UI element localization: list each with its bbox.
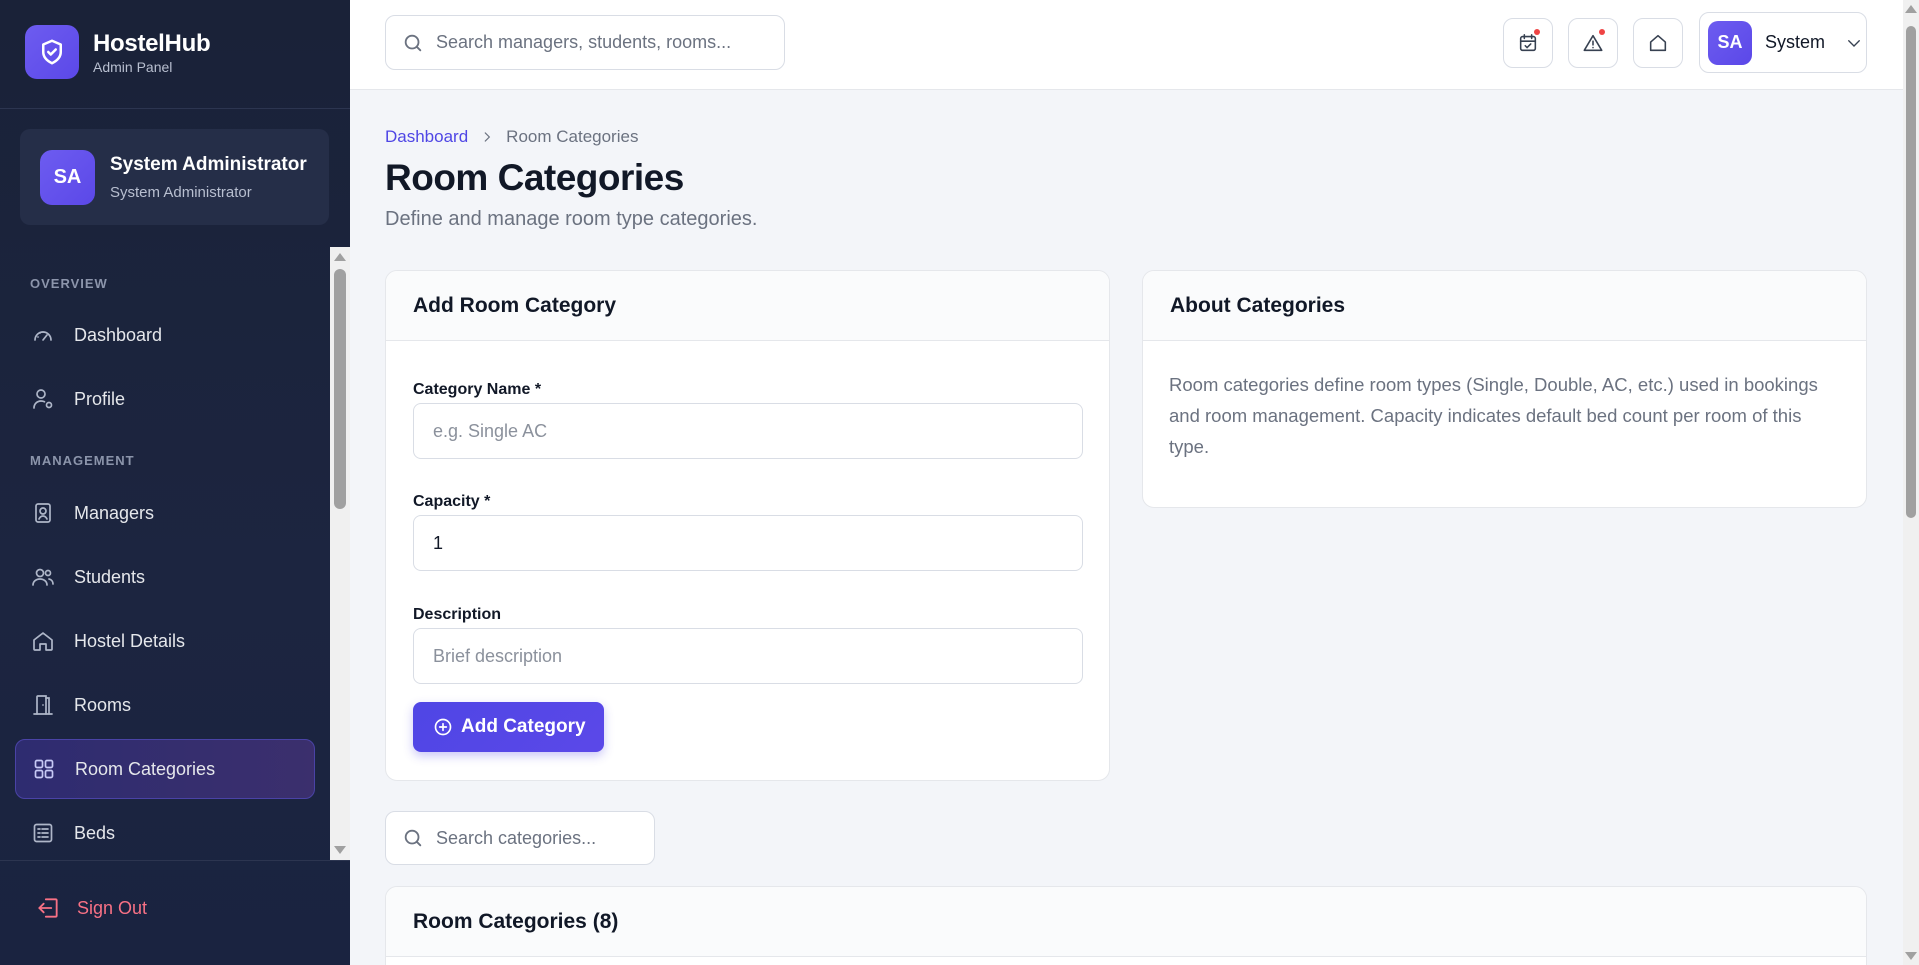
page-scrollbar[interactable] [1903,0,1919,965]
nav-section-overview: OVERVIEW [30,276,108,291]
sidebar-item-dashboard[interactable]: Dashboard [15,305,315,365]
sidebar-item-beds[interactable]: Beds [15,803,315,860]
about-text: Room categories define room types (Singl… [1169,374,1818,457]
notification-dot [1534,29,1540,35]
profile-menu-button[interactable]: SA System [1699,12,1867,73]
sign-out-label: Sign Out [77,897,148,918]
nav-section-management: MANAGEMENT [30,453,135,468]
breadcrumb-dashboard-link[interactable]: Dashboard [385,127,468,147]
warning-icon [1582,32,1604,54]
global-search-input[interactable] [436,32,756,53]
sidebar-item-label: Profile [74,388,126,409]
card-title: About Categories [1143,271,1866,341]
search-icon [402,827,424,849]
avatar: SA [40,149,95,205]
user-name: System Administrator [110,153,307,175]
grid-icon [31,756,57,782]
category-search-input[interactable] [436,827,646,849]
page-subtitle: Define and manage room type categories. [385,208,758,230]
card-title: Add Room Category [386,271,1109,341]
capacity-field[interactable] [413,515,1083,571]
calendar-button[interactable] [1503,18,1553,68]
sidebar-item-managers[interactable]: Managers [15,483,315,543]
category-search[interactable] [385,811,655,865]
add-category-label: Add Category [461,716,586,737]
user-card[interactable]: SA System Administrator System Administr… [20,129,329,225]
brand-name: HostelHub [93,29,211,57]
capacity-label: Capacity * [413,493,491,510]
sidebar-item-label: Rooms [74,694,132,715]
description-label: Description [413,606,502,623]
about-categories-card: About Categories Room categories define … [1142,270,1867,508]
page-title: Room Categories [385,157,684,198]
house-icon [30,628,56,654]
profile-name: System [1765,32,1826,52]
users-icon [30,564,56,590]
notification-dot [1599,29,1605,35]
chevron-down-icon [1845,34,1863,52]
home-icon [1647,32,1669,54]
gauge-icon [30,322,56,348]
global-search[interactable] [385,15,785,70]
user-gear-icon [30,386,56,412]
card-title: Room Categories (8) [386,887,1866,957]
sign-out-button[interactable]: Sign Out [35,895,147,921]
sidebar-item-students[interactable]: Students [15,547,315,607]
add-category-button[interactable]: Add Category [413,702,604,752]
breadcrumb: Dashboard Room Categories [385,127,638,147]
sign-out-icon [35,895,61,921]
chevron-right-icon [480,130,494,144]
description-input[interactable] [433,645,1063,667]
sidebar: HostelHub Admin Panel SA System Administ… [0,0,350,965]
brand-subtitle: Admin Panel [93,58,173,75]
avatar: SA [1708,20,1752,65]
sidebar-item-profile[interactable]: Profile [15,369,315,429]
scroll-down-arrow-icon[interactable] [1905,952,1917,960]
scroll-up-arrow-icon[interactable] [1905,5,1917,13]
category-name-label: Category Name * [413,381,542,398]
sidebar-nav: OVERVIEW Dashboard Profile MANAGEMENT Ma… [0,247,330,860]
description-field[interactable] [413,628,1083,684]
divider [0,860,350,861]
id-badge-icon [30,500,56,526]
topbar: SA System [350,0,1903,90]
door-icon [30,692,56,718]
sidebar-item-rooms[interactable]: Rooms [15,675,315,735]
scroll-down-arrow-icon[interactable] [334,846,346,854]
sidebar-item-room-categories[interactable]: Room Categories [15,739,315,799]
sidebar-item-label: Students [74,566,146,587]
capacity-input[interactable] [433,532,1063,554]
calendar-check-icon [1517,32,1539,54]
sidebar-item-label: Room Categories [75,758,216,779]
sidebar-item-label: Dashboard [74,324,163,345]
sidebar-item-label: Hostel Details [74,630,186,651]
shield-logo-icon [25,25,79,79]
sidebar-scrollbar[interactable] [330,247,350,860]
category-name-input[interactable] [433,420,1063,442]
plus-circle-icon [433,717,453,737]
sidebar-item-label: Beds [74,822,116,843]
bed-list-icon [30,820,56,846]
alerts-button[interactable] [1568,18,1618,68]
brand[interactable]: HostelHub Admin Panel [25,25,211,79]
user-role: System Administrator [110,183,252,201]
sidebar-item-label: Managers [74,502,155,523]
home-button[interactable] [1633,18,1683,68]
scrollbar-thumb[interactable] [1906,26,1916,518]
scroll-up-arrow-icon[interactable] [334,253,346,261]
divider [0,108,350,109]
category-name-field[interactable] [413,403,1083,459]
breadcrumb-current: Room Categories [506,127,639,146]
add-category-card: Add Room Category Category Name * Capaci… [385,270,1110,781]
scrollbar-thumb[interactable] [334,269,346,509]
search-icon [402,32,424,54]
room-categories-list-card: Room Categories (8) [385,886,1867,965]
sidebar-item-hostel-details[interactable]: Hostel Details [15,611,315,671]
